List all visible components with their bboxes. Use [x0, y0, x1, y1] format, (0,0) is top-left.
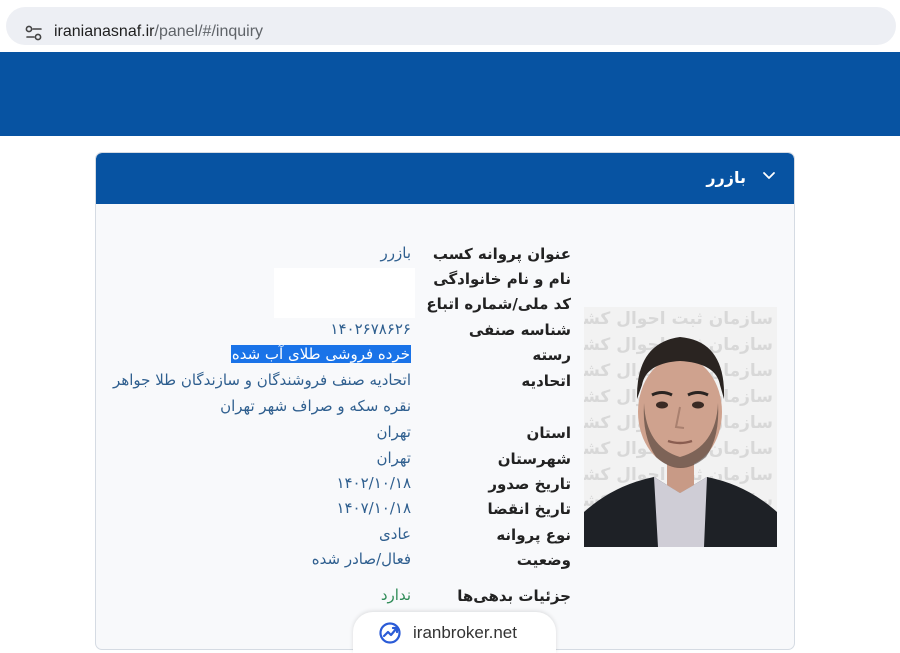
person-portrait-icon	[584, 337, 777, 547]
label-license-title: عنوان پروانه کسب	[432, 245, 571, 263]
site-settings-icon[interactable]	[24, 24, 44, 42]
value-category[interactable]: خرده فروشی طلای آب شده	[230, 345, 411, 363]
license-card: بازرر عنوان پروانه کسب نام و نام خانوادگ…	[95, 152, 795, 650]
label-national-code: کد ملی/شماره اتباع	[426, 295, 571, 313]
value-union-line1: اتحادیه صنف فروشندگان و سازندگان طلا جوا…	[113, 371, 411, 389]
url-text[interactable]: iranianasnaf.ir/panel/#/inquiry	[54, 23, 263, 41]
trend-chart-icon	[379, 622, 401, 644]
label-city: شهرستان	[497, 450, 571, 468]
value-debts: ندارد	[380, 586, 411, 604]
label-province: استان	[526, 424, 571, 442]
value-license-title: بازرر	[380, 244, 411, 262]
value-status: فعال/صادر شده	[311, 550, 411, 568]
value-license-type: عادی	[379, 525, 411, 543]
chevron-down-icon[interactable]	[762, 171, 776, 181]
label-status: وضعیت	[516, 551, 571, 569]
url-host: iranianasnaf.ir	[54, 23, 155, 40]
value-city: تهران	[376, 449, 411, 467]
value-province: تهران	[376, 423, 411, 441]
label-expiry-date: تاریخ انقضا	[487, 500, 571, 518]
label-license-type: نوع پروانه	[496, 526, 571, 544]
browser-toolbar: iranianasnaf.ir/panel/#/inquiry	[0, 0, 900, 52]
value-union-line2: نقره سکه و صراف شهر تهران	[220, 397, 411, 415]
label-issue-date: تاریخ صدور	[488, 475, 571, 493]
card-title: بازرر	[706, 168, 746, 187]
label-union: اتحادیه	[521, 372, 571, 390]
card-header[interactable]: بازرر	[96, 153, 794, 204]
label-debts: جزئیات بدهی‌ها	[457, 587, 571, 605]
value-guild-id: ۱۴۰۲۶۷۸۶۲۶	[330, 320, 411, 338]
url-path: /panel/#/inquiry	[154, 23, 264, 40]
address-bar[interactable]: iranianasnaf.ir/panel/#/inquiry	[6, 7, 896, 45]
label-category: رسته	[532, 346, 571, 364]
label-full-name: نام و نام خانوادگی	[433, 270, 571, 288]
site-header	[0, 52, 900, 136]
brand-text: iranbroker.net	[413, 623, 517, 642]
redaction-box	[274, 268, 415, 318]
owner-photo: سازمان ثبت احوال کشور سازمان ثبت احوال ک…	[584, 307, 777, 547]
brand-watermark: iranbroker.net	[353, 612, 556, 653]
value-expiry-date: ۱۴۰۷/۱۰/۱۸	[336, 499, 411, 517]
value-issue-date: ۱۴۰۲/۱۰/۱۸	[336, 474, 411, 492]
label-guild-id: شناسه صنفی	[468, 321, 571, 339]
